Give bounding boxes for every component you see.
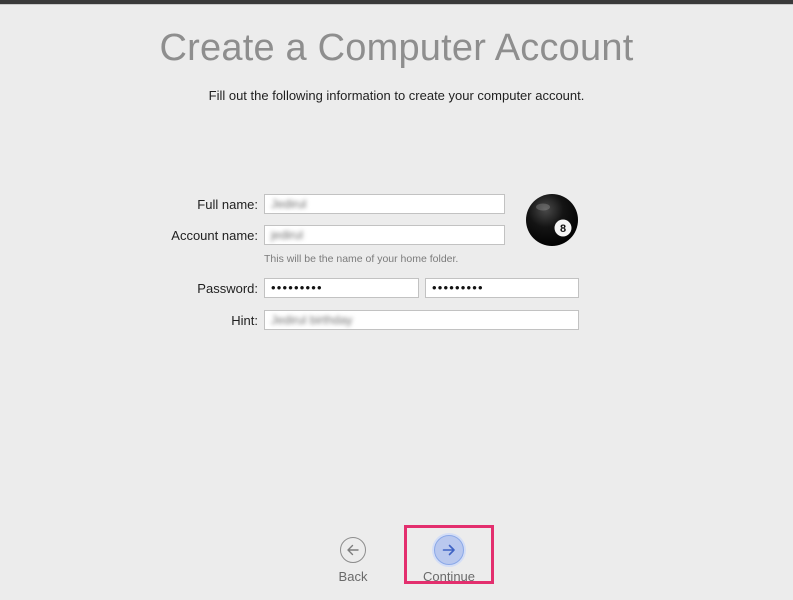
account-name-value: jedirul: [271, 228, 304, 242]
continue-highlight-box: [404, 525, 494, 584]
full-name-value: Jedirul: [271, 197, 307, 211]
account-name-field[interactable]: jedirul: [264, 225, 505, 245]
setup-window: Create a Computer Account Fill out the f…: [0, 4, 793, 600]
hint-field[interactable]: Jedirul birthday: [264, 310, 579, 330]
page-title: Create a Computer Account: [159, 27, 634, 69]
back-button[interactable]: Back: [330, 537, 376, 584]
account-name-label: Account name:: [171, 228, 258, 243]
full-name-label: Full name:: [197, 197, 258, 212]
eight-ball-number: 8: [560, 223, 566, 235]
page-subtitle: Fill out the following information to cr…: [208, 88, 585, 103]
password-field[interactable]: •••••••••: [264, 278, 419, 298]
password-value: •••••••••: [271, 280, 323, 295]
password-label: Password:: [197, 281, 258, 296]
hint-value: Jedirul birthday: [271, 313, 353, 327]
verify-password-field[interactable]: •••••••••: [425, 278, 579, 298]
arrow-left-icon: [340, 537, 366, 563]
hint-label: Hint:: [231, 313, 258, 328]
full-name-field[interactable]: Jedirul: [264, 194, 505, 214]
account-name-helper: This will be the name of your home folde…: [264, 253, 459, 265]
verify-password-value: •••••••••: [432, 280, 484, 295]
back-label: Back: [338, 569, 368, 584]
eight-ball-icon[interactable]: 8: [525, 193, 579, 247]
